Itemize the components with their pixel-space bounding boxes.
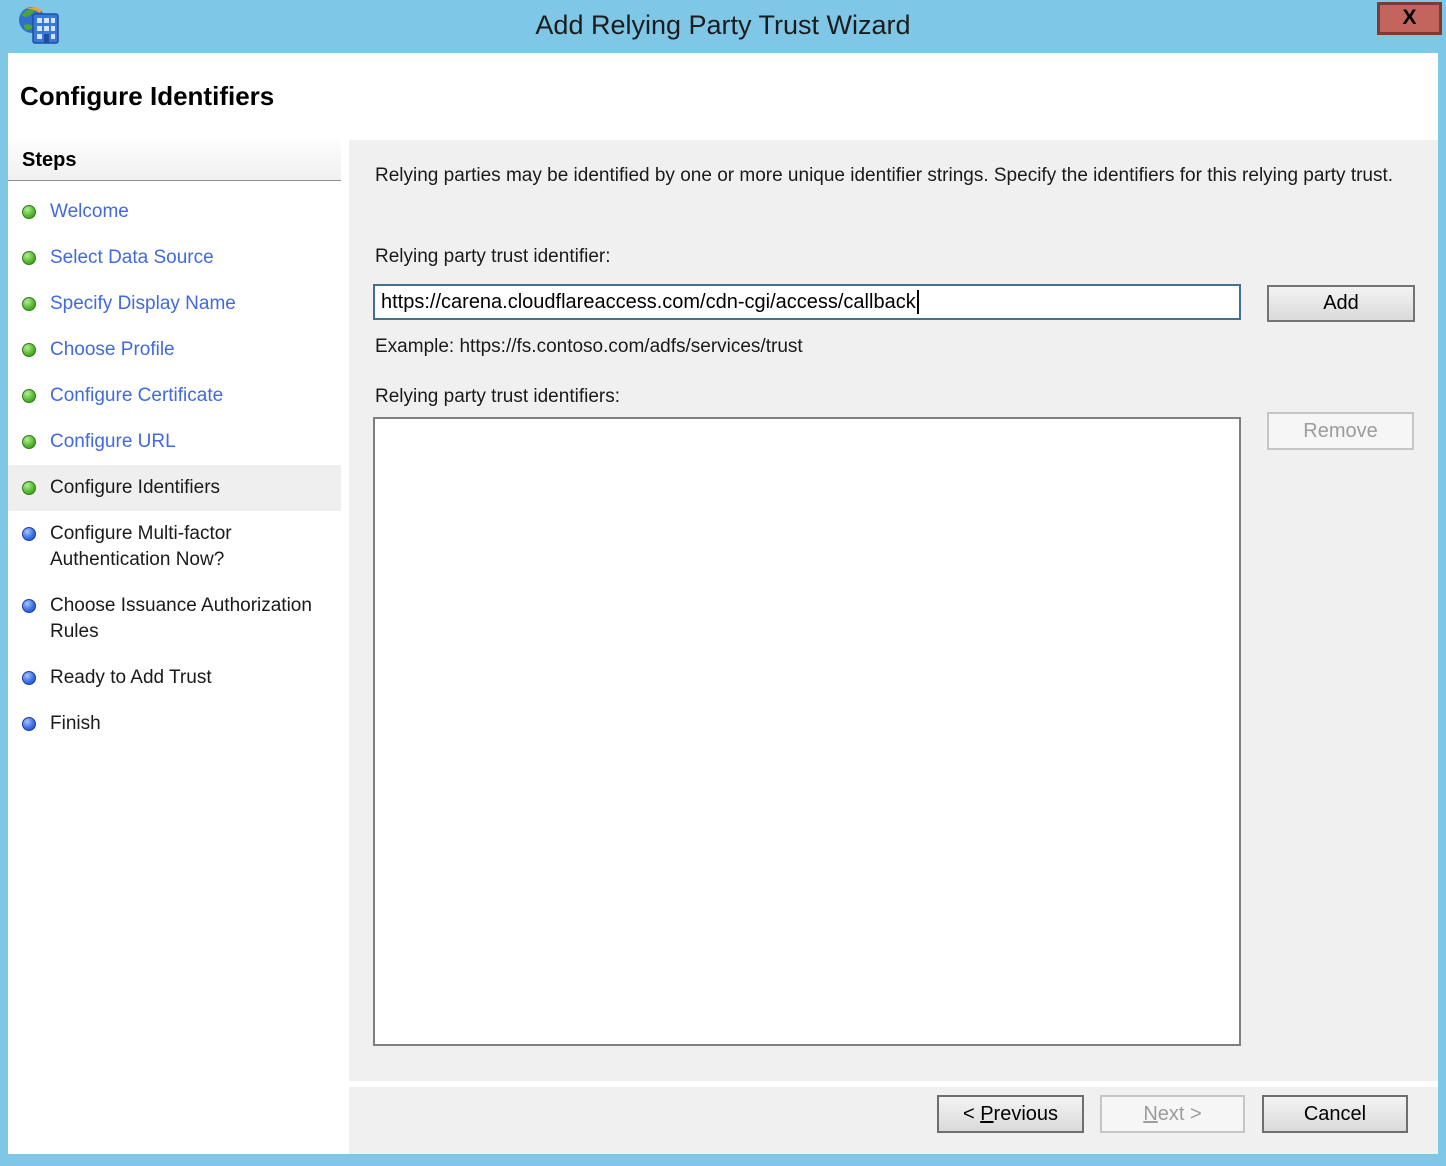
intro-text: Relying parties may be identified by one… <box>375 165 1394 186</box>
add-button[interactable]: Add <box>1267 285 1415 322</box>
window-title: Add Relying Party Trust Wizard <box>535 10 911 40</box>
identifier-input-value: https://carena.cloudflareaccess.com/cdn-… <box>381 290 916 313</box>
sidebar-step-configure-url[interactable]: Configure URL <box>8 419 341 465</box>
step-complete-icon <box>22 297 36 311</box>
identifier-input[interactable]: https://carena.cloudflareaccess.com/cdn-… <box>373 284 1241 320</box>
page-title: Configure Identifiers <box>20 81 275 111</box>
adfs-app-icon <box>19 7 59 44</box>
sidebar-step-choose-issuance-authorization-rules: Choose Issuance Authorization Rules <box>8 583 341 655</box>
steps-sidebar: Steps Welcome Select Data Source Specify D… <box>8 140 341 1154</box>
text-caret <box>916 290 919 314</box>
step-label: Configure Certificate <box>50 385 224 406</box>
step-pending-icon <box>22 599 36 613</box>
sidebar-step-specify-display-name[interactable]: Specify Display Name <box>8 281 341 327</box>
next-button[interactable]: Next > <box>1100 1095 1245 1133</box>
step-label: Configure URL <box>50 431 176 452</box>
close-icon: X <box>1402 6 1417 29</box>
sidebar-step-configure-certificate[interactable]: Configure Certificate <box>8 373 341 419</box>
sidebar-step-configure-identifiers: Configure Identifiers <box>8 465 341 511</box>
page-header: Configure Identifiers <box>8 53 1438 140</box>
step-complete-icon <box>22 389 36 403</box>
remove-button[interactable]: Remove <box>1267 412 1414 450</box>
footer-bar: < Previous Next > Cancel <box>349 1087 1438 1154</box>
identifiers-list-label: Relying party trust identifiers: <box>375 386 620 407</box>
title-bar: Add Relying Party Trust Wizard <box>0 0 1446 53</box>
step-label: Ready to Add Trust <box>50 667 212 688</box>
steps-header: Steps <box>8 140 341 181</box>
step-pending-icon <box>22 717 36 731</box>
step-complete-icon <box>22 205 36 219</box>
sidebar-step-ready-to-add-trust: Ready to Add Trust <box>8 655 341 701</box>
step-label: Configure Multi-factor Authentication No… <box>50 523 232 570</box>
main-panel: Relying parties may be identified by one… <box>349 140 1438 1081</box>
sidebar-step-select-data-source[interactable]: Select Data Source <box>8 235 341 281</box>
step-label: Select Data Source <box>50 247 214 268</box>
step-label: Choose Issuance Authorization Rules <box>50 595 312 642</box>
cancel-button[interactable]: Cancel <box>1262 1095 1408 1133</box>
step-complete-icon <box>22 343 36 357</box>
step-complete-icon <box>22 251 36 265</box>
step-pending-icon <box>22 527 36 541</box>
step-label: Configure Identifiers <box>50 477 221 498</box>
step-label: Specify Display Name <box>50 293 236 314</box>
sidebar-step-choose-profile[interactable]: Choose Profile <box>8 327 341 373</box>
step-label: Welcome <box>50 201 129 222</box>
step-pending-icon <box>22 671 36 685</box>
example-text: Example: https://fs.contoso.com/adfs/ser… <box>375 336 803 357</box>
step-complete-icon <box>22 481 36 495</box>
previous-button[interactable]: < Previous <box>937 1095 1084 1133</box>
step-label: Finish <box>50 713 101 734</box>
identifiers-listbox[interactable] <box>373 417 1241 1046</box>
identifier-label: Relying party trust identifier: <box>375 246 611 267</box>
steps-list: Welcome Select Data Source Specify Display… <box>8 181 341 747</box>
sidebar-step-configure-multi-factor-authentication-now: Configure Multi-factor Authentication No… <box>8 511 341 583</box>
sidebar-step-finish: Finish <box>8 701 341 747</box>
close-button[interactable]: X <box>1377 2 1442 35</box>
sidebar-step-welcome[interactable]: Welcome <box>8 189 341 235</box>
step-complete-icon <box>22 435 36 449</box>
step-label: Choose Profile <box>50 339 175 360</box>
